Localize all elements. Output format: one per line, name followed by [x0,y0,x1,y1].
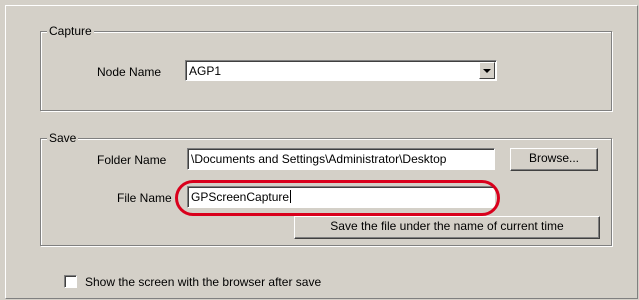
folder-name-field[interactable]: \Documents and Settings\Administrator\De… [187,148,495,170]
node-name-dropdown[interactable]: AGP1 [185,60,497,81]
chevron-down-icon[interactable] [479,62,495,79]
file-name-label: File Name [117,191,172,205]
node-name-value: AGP1 [189,64,222,78]
node-name-label: Node Name [97,65,162,79]
folder-name-value: \Documents and Settings\Administrator\De… [191,152,447,166]
show-browser-checkbox[interactable] [64,275,77,288]
capture-group-label: Capture [47,24,94,38]
save-group-label: Save [47,131,79,145]
folder-name-label: Folder Name [97,153,167,167]
save-current-time-button[interactable]: Save the file under the name of current … [294,216,600,239]
show-browser-label: Show the screen with the browser after s… [85,275,322,289]
highlight-outline [175,180,500,216]
browse-button[interactable]: Browse... [510,148,598,171]
